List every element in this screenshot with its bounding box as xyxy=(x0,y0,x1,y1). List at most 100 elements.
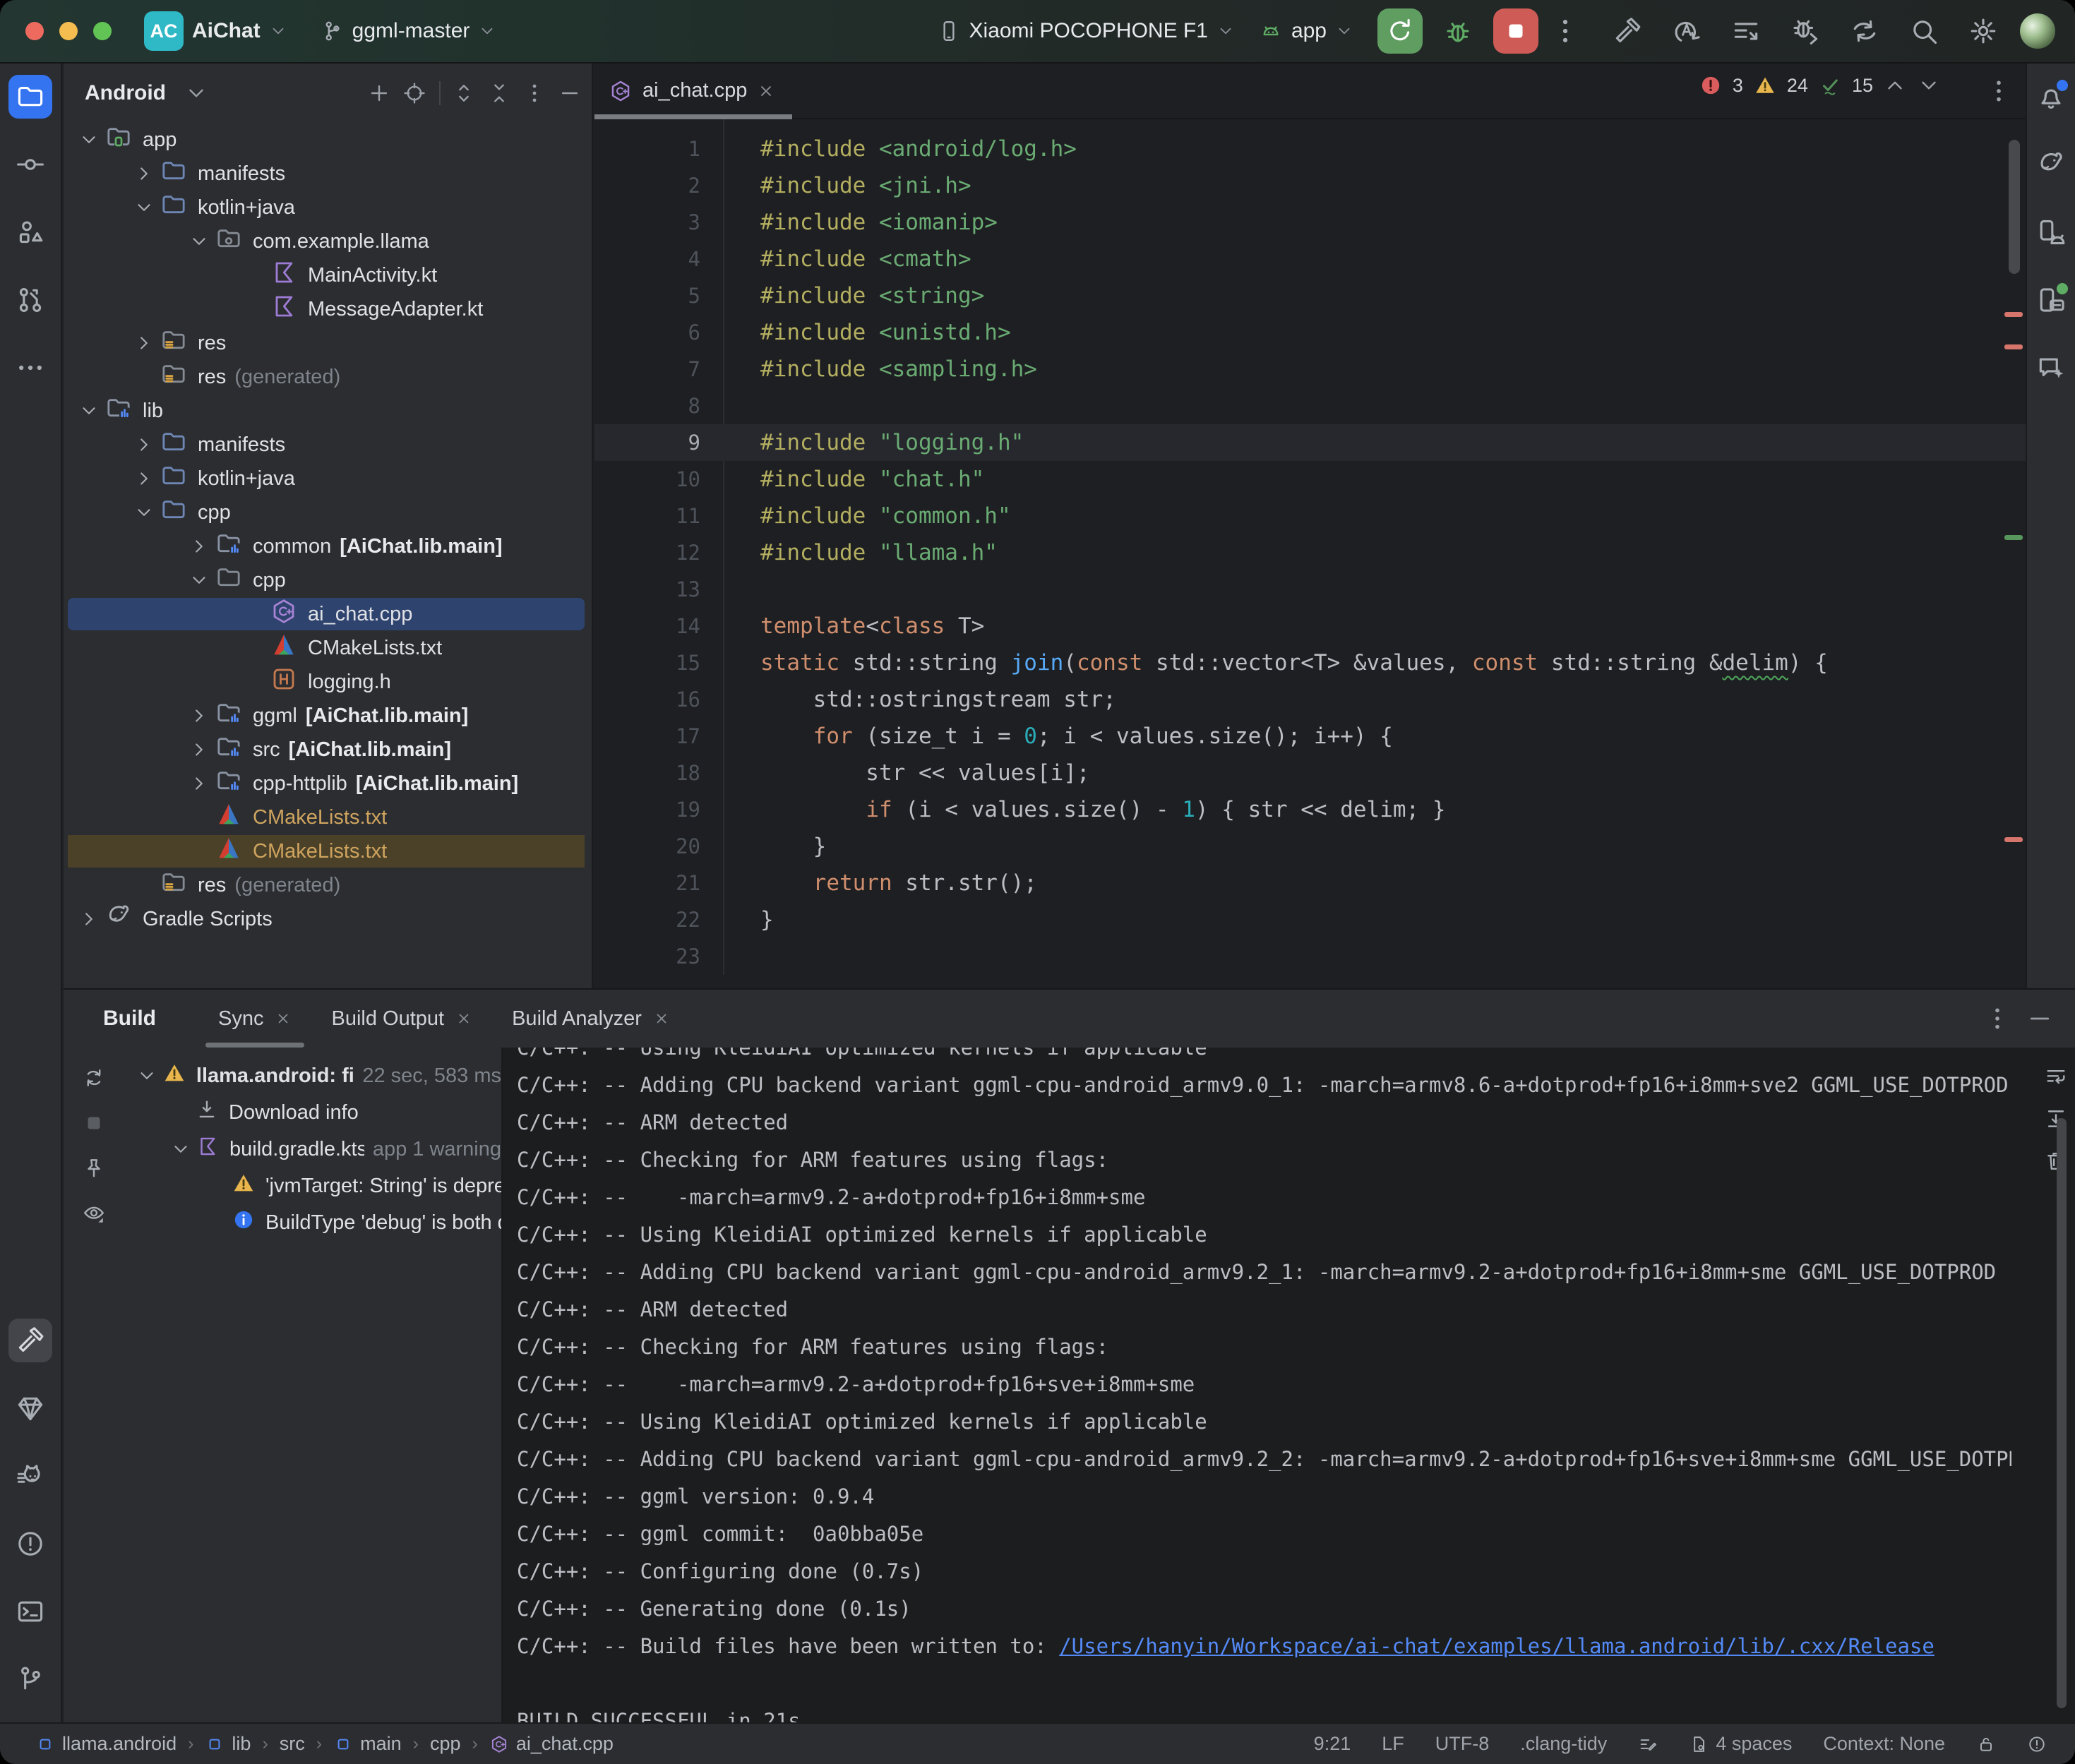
tree-item-cmakelists-txt[interactable]: CMakeLists.txt xyxy=(64,800,592,834)
build-tab-sync[interactable]: Sync xyxy=(198,990,311,1048)
tree-item-mainactivity-kt[interactable]: MainActivity.kt xyxy=(64,258,592,292)
code-line-2[interactable]: 2#include <jni.h> xyxy=(594,167,2026,204)
code-line-22[interactable]: 22} xyxy=(594,901,2026,938)
tree-item-res[interactable]: res(generated) xyxy=(64,868,592,902)
commit-tool-button[interactable] xyxy=(8,143,52,186)
inspection-highlight-icon[interactable] xyxy=(2027,1734,2047,1754)
tree-item-lib[interactable]: lib xyxy=(64,394,592,428)
breadcrumb-main[interactable]: main xyxy=(333,1733,402,1755)
collapse-all-icon[interactable] xyxy=(487,81,511,105)
code-editor[interactable]: 1#include <android/log.h>2#include <jni.… xyxy=(594,119,2026,975)
context[interactable]: Context: None xyxy=(1823,1733,1945,1755)
logcat-tool-button[interactable] xyxy=(8,1454,52,1498)
editor-options-icon[interactable] xyxy=(1985,77,2013,105)
sync-project-icon[interactable] xyxy=(1849,16,1880,47)
editor-tab-ai-chat-cpp[interactable]: ai_chat.cpp xyxy=(594,64,792,118)
tree-item-messageadapter-kt[interactable]: MessageAdapter.kt xyxy=(64,292,592,326)
problems-tool-button[interactable] xyxy=(8,1522,52,1566)
build-options-icon[interactable] xyxy=(1983,1004,2011,1033)
device-manager-tool-button[interactable] xyxy=(2029,210,2073,254)
build-tab-build-analyzer[interactable]: Build Analyzer xyxy=(492,990,690,1048)
attach-debugger-icon[interactable] xyxy=(1790,16,1821,47)
user-avatar[interactable] xyxy=(2020,13,2055,49)
code-line-20[interactable]: 20 } xyxy=(594,828,2026,865)
build-output-path-link[interactable]: /Users/hanyin/Workspace/ai-chat/examples… xyxy=(1059,1634,1935,1658)
minimize-window-button[interactable] xyxy=(59,22,78,40)
app-quality-insights-tool-button[interactable] xyxy=(8,1386,52,1430)
log-scrollbar[interactable] xyxy=(2057,1118,2067,1708)
select-opened-file-icon[interactable] xyxy=(402,81,426,105)
chevron-right-icon[interactable] xyxy=(189,705,210,726)
chevron-right-icon[interactable] xyxy=(133,332,155,354)
vcs-stripe-mark[interactable] xyxy=(2004,535,2023,540)
code-line-23[interactable]: 23 xyxy=(594,938,2026,975)
chevron-down-icon[interactable] xyxy=(189,570,210,591)
search-everywhere-icon[interactable] xyxy=(1908,16,1939,47)
error-stripe-mark[interactable] xyxy=(2004,837,2023,842)
code-line-19[interactable]: 19 if (i < values.size() - 1) { str << d… xyxy=(594,791,2026,828)
chevron-down-icon[interactable] xyxy=(136,1065,157,1086)
run-configuration-selector[interactable]: app xyxy=(1259,19,1353,43)
caret-position[interactable]: 9:21 xyxy=(1314,1733,1351,1755)
code-line-12[interactable]: 12#include "llama.h" xyxy=(594,534,2026,571)
pin-icon[interactable] xyxy=(82,1156,106,1180)
chevron-right-icon[interactable] xyxy=(189,739,210,760)
tree-item-cpp-httplib[interactable]: cpp-httplib[AiChat.lib.main] xyxy=(64,767,592,800)
tree-item-kotlin-java[interactable]: kotlin+java xyxy=(64,191,592,224)
apply-changes-icon[interactable] xyxy=(1671,16,1702,47)
file-encoding[interactable]: UTF-8 xyxy=(1435,1733,1490,1755)
close-tab-icon[interactable] xyxy=(757,82,775,100)
project-selector[interactable]: AC AiChat xyxy=(144,11,287,51)
close-window-button[interactable] xyxy=(25,22,44,40)
notifications-button[interactable] xyxy=(2029,75,2073,119)
gradle-tool-button[interactable] xyxy=(2029,143,2073,186)
chevron-right-icon[interactable] xyxy=(133,163,155,184)
code-line-14[interactable]: 14template<class T> xyxy=(594,608,2026,644)
error-stripe-mark[interactable] xyxy=(2004,312,2023,317)
code-line-15[interactable]: 15static std::string join(const std::vec… xyxy=(594,644,2026,681)
editor-scrollbar[interactable] xyxy=(2009,140,2020,274)
prev-problem-icon[interactable] xyxy=(1883,73,1907,97)
pull-requests-tool-button[interactable] xyxy=(8,278,52,322)
lock-icon[interactable] xyxy=(1976,1734,1996,1754)
build-tree-item[interactable]: llama.android: fi22 sec, 583 ms xyxy=(124,1057,501,1094)
chevron-down-icon[interactable] xyxy=(189,231,210,252)
code-line-5[interactable]: 5#include <string> xyxy=(594,277,2026,314)
project-view-mode[interactable]: Android xyxy=(85,81,166,105)
filter-icon[interactable] xyxy=(82,1201,106,1225)
chevron-right-icon[interactable] xyxy=(133,468,155,489)
build-tree-item[interactable]: Download info xyxy=(124,1094,501,1131)
build-tool-button[interactable] xyxy=(8,1319,52,1362)
tree-item-common[interactable]: common[AiChat.lib.main] xyxy=(64,529,592,563)
tree-item-res[interactable]: res(generated) xyxy=(64,360,592,394)
breadcrumb-src[interactable]: src xyxy=(280,1733,305,1755)
chevron-down-icon[interactable] xyxy=(78,400,100,421)
hide-build-panel-icon[interactable] xyxy=(2026,1004,2054,1033)
breadcrumb-lib[interactable]: lib xyxy=(205,1733,251,1755)
build-tab-build-output[interactable]: Build Output xyxy=(311,990,492,1048)
stop-icon[interactable] xyxy=(82,1111,106,1135)
more-tool-windows-button[interactable] xyxy=(8,346,52,390)
device-selector[interactable]: Xiaomi POCOPHONE F1 xyxy=(937,19,1235,43)
gemini-tool-button[interactable] xyxy=(2029,346,2073,390)
chevron-down-icon[interactable] xyxy=(133,502,155,523)
code-line-11[interactable]: 11#include "common.h" xyxy=(594,498,2026,534)
tree-item-manifests[interactable]: manifests xyxy=(64,428,592,462)
profiler-icon[interactable] xyxy=(1730,16,1762,47)
build-tree-item[interactable]: 'jvmTarget: String' is deprec xyxy=(124,1168,501,1204)
tree-item-ggml[interactable]: ggml[AiChat.lib.main] xyxy=(64,699,592,733)
chevron-right-icon[interactable] xyxy=(78,908,100,930)
chevron-down-icon[interactable] xyxy=(133,197,155,218)
clang-tidy[interactable]: .clang-tidy xyxy=(1520,1733,1607,1755)
project-tool-button[interactable] xyxy=(8,75,52,119)
tree-item-kotlin-java[interactable]: kotlin+java xyxy=(64,462,592,496)
hide-panel-icon[interactable] xyxy=(558,81,582,105)
tree-item-src[interactable]: src[AiChat.lib.main] xyxy=(64,733,592,767)
soft-wrap-icon[interactable] xyxy=(2044,1064,2068,1088)
build-tree-item[interactable]: BuildType 'debug' is both de xyxy=(124,1204,501,1241)
tree-item-cmakelists-txt[interactable]: CMakeLists.txt xyxy=(64,834,592,868)
next-problem-icon[interactable] xyxy=(1917,73,1941,97)
rerun-button[interactable] xyxy=(1377,8,1423,54)
zoom-window-button[interactable] xyxy=(93,22,112,40)
chevron-down-icon[interactable] xyxy=(170,1139,191,1160)
